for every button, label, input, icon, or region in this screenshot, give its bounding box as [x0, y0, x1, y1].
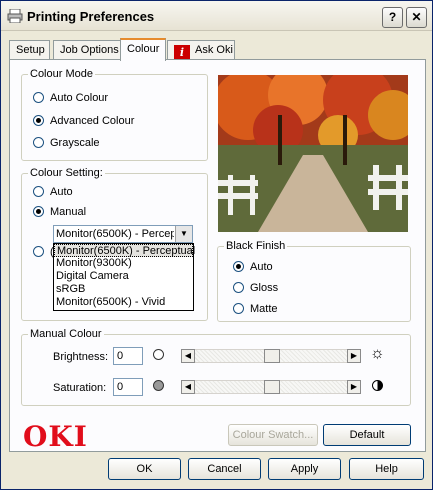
close-button[interactable]: ✕ [406, 7, 427, 28]
cancel-button[interactable]: Cancel [188, 458, 261, 480]
slider-left-arrow[interactable]: ◀ [181, 380, 195, 394]
saturation-high-icon [372, 380, 383, 391]
radio-finish-matte[interactable]: Matte [233, 303, 278, 317]
saturation-slider[interactable]: ◀ ▶ [181, 380, 361, 394]
saturation-low-icon [153, 380, 164, 391]
tab-setup[interactable]: Setup [9, 40, 50, 60]
slider-thumb[interactable] [264, 380, 280, 394]
slider-thumb[interactable] [264, 349, 280, 363]
dropdown-item[interactable]: Digital Camera [54, 270, 193, 283]
colour-profile-combo[interactable]: Monitor(6500K) - Percept ▼ [53, 225, 193, 243]
saturation-label: Saturation: [53, 382, 107, 394]
radio-label: Manual [50, 206, 87, 218]
brightness-high-icon: ☼ [370, 345, 385, 362]
radio-finish-auto[interactable]: Auto [233, 261, 273, 275]
radio-circle[interactable] [33, 206, 44, 217]
radio-circle[interactable] [233, 261, 244, 272]
dropdown-item[interactable]: Monitor(9300K) [54, 257, 193, 270]
tab-job-options[interactable]: Job Options [53, 40, 121, 60]
radio-circle[interactable] [233, 282, 244, 293]
radio-label: Auto [50, 186, 73, 198]
colour-profile-dropdown: Monitor(6500K) - Perceptual Monitor(9300… [53, 243, 195, 311]
manual-colour-group: Manual Colour [21, 328, 411, 406]
apply-button[interactable]: Apply [268, 458, 341, 480]
tab-ask-oki[interactable]: i Ask Oki [167, 40, 235, 61]
tab-colour[interactable]: Colour [120, 38, 166, 61]
dropdown-item[interactable]: Monitor(6500K) - Perceptual [54, 244, 195, 257]
radio-circle[interactable] [33, 115, 44, 126]
colour-mode-label: Colour Mode [28, 68, 95, 80]
oki-logo: OKI [23, 420, 88, 453]
radio-circle[interactable] [33, 246, 44, 257]
printer-icon [7, 9, 23, 23]
radio-setting-hidden[interactable]: ( [33, 246, 54, 260]
manual-colour-label: Manual Colour [28, 328, 104, 340]
radio-grayscale[interactable]: Grayscale [33, 137, 100, 151]
radio-label: Grayscale [50, 137, 100, 149]
window-title: Printing Preferences [27, 9, 155, 24]
printing-preferences-window: Printing Preferences ? ✕ Setup Job Optio… [0, 0, 433, 490]
slider-right-arrow[interactable]: ▶ [347, 349, 361, 363]
radio-label: Auto Colour [50, 92, 109, 104]
radio-circle[interactable] [233, 303, 244, 314]
radio-circle[interactable] [33, 186, 44, 197]
radio-circle[interactable] [33, 137, 44, 148]
slider-right-arrow[interactable]: ▶ [347, 380, 361, 394]
radio-advanced-colour[interactable]: Advanced Colour [33, 115, 134, 129]
ok-button[interactable]: OK [108, 458, 181, 480]
slider-left-arrow[interactable]: ◀ [181, 349, 195, 363]
help-title-button[interactable]: ? [382, 7, 403, 28]
help-button[interactable]: Help [349, 458, 424, 480]
title-bar[interactable]: Printing Preferences ? ✕ [1, 1, 432, 31]
colour-preview-image [218, 75, 408, 232]
brightness-slider[interactable]: ◀ ▶ [181, 349, 361, 363]
colour-setting-label: Colour Setting: [28, 167, 105, 179]
radio-setting-auto[interactable]: Auto [33, 186, 73, 200]
radio-finish-gloss[interactable]: Gloss [233, 282, 278, 296]
radio-label: Auto [250, 261, 273, 273]
colour-swatch-button[interactable]: Colour Swatch... [228, 424, 318, 446]
tab-ask-oki-label: Ask Oki [195, 44, 233, 56]
brightness-input[interactable]: 0 [113, 347, 143, 365]
radio-auto-colour[interactable]: Auto Colour [33, 92, 108, 106]
radio-setting-manual[interactable]: Manual [33, 206, 86, 220]
brightness-label: Brightness: [53, 351, 109, 363]
default-button[interactable]: Default [323, 424, 411, 446]
radio-label: Gloss [250, 282, 279, 294]
combo-value: Monitor(6500K) - Percept [56, 228, 174, 240]
black-finish-label: Black Finish [224, 240, 288, 252]
radio-label: Advanced Colour [50, 115, 135, 127]
chevron-down-icon[interactable]: ▼ [175, 226, 192, 242]
brightness-low-icon [153, 349, 164, 360]
dropdown-item[interactable]: Monitor(6500K) - Vivid [54, 296, 193, 309]
saturation-input[interactable]: 0 [113, 378, 143, 396]
dropdown-item[interactable]: sRGB [54, 283, 193, 296]
radio-label: Matte [250, 303, 278, 315]
radio-circle[interactable] [33, 92, 44, 103]
